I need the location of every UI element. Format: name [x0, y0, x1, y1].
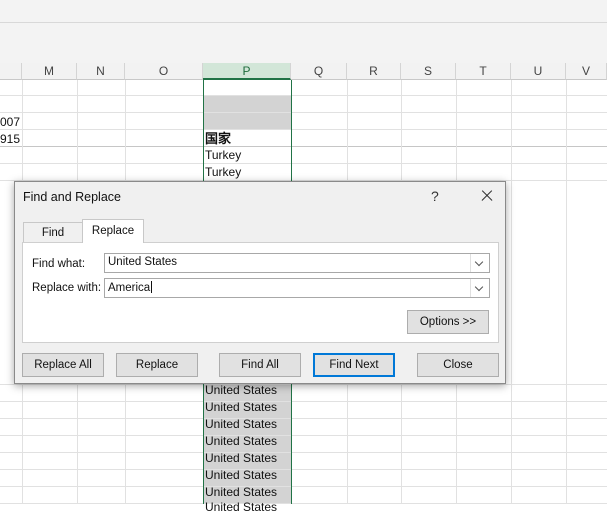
close-icon[interactable] [473, 184, 501, 208]
find-what-label: Find what: [32, 258, 86, 270]
column-p-cell: Turkey [205, 148, 242, 162]
find-next-button[interactable]: Find Next [313, 353, 395, 377]
column-header-o[interactable]: O [125, 63, 203, 80]
column-p-cell: Turkey [205, 165, 242, 179]
text-caret [151, 281, 153, 293]
column-header-u[interactable]: U [511, 63, 566, 80]
close-button[interactable]: Close [417, 353, 499, 377]
column-p-cell: United States [205, 383, 278, 397]
tab-replace[interactable]: Replace [82, 219, 144, 243]
dialog-title: Find and Replace [23, 190, 121, 204]
tab-replace-label: Replace [91, 225, 135, 237]
column-p-cell: United States [205, 451, 278, 465]
chevron-down-icon[interactable] [470, 279, 489, 297]
column-p-cell: United States [205, 468, 278, 482]
column-header-q[interactable]: Q [291, 63, 347, 80]
replace-with-combobox[interactable]: America [104, 278, 490, 298]
cell-value: 915 [0, 132, 21, 146]
column-p-cell: United States [205, 485, 278, 499]
tab-find-label: Find [41, 227, 65, 239]
column-p-cell: United States [205, 417, 278, 431]
column-p-header-cell: 国家 [205, 131, 232, 146]
column-header-n[interactable]: N [77, 63, 125, 80]
find-replace-dialog: Find and Replace ? Find Replace Find wha… [14, 181, 506, 384]
formula-bar-area [0, 23, 607, 64]
column-p-cell: United States [205, 500, 278, 514]
find-what-combobox[interactable]: United States [104, 253, 490, 273]
column-header-r[interactable]: R [347, 63, 401, 80]
replace-with-text: America [108, 282, 151, 294]
chevron-down-icon[interactable] [470, 254, 489, 272]
column-header-v[interactable]: V [566, 63, 607, 80]
tab-find[interactable]: Find [23, 222, 83, 242]
help-icon[interactable]: ? [431, 188, 439, 204]
replace-panel: Find what: United States Replace with: A… [22, 242, 499, 343]
column-p-cell: United States [205, 434, 278, 448]
replace-with-value: America [108, 281, 153, 294]
ribbon-strip [0, 0, 607, 23]
column-header-partial [0, 63, 22, 80]
column-header-p[interactable]: P [203, 63, 291, 80]
column-header-s[interactable]: S [401, 63, 456, 80]
replace-button[interactable]: Replace [116, 353, 198, 377]
find-what-value: United States [108, 256, 178, 268]
column-header-t[interactable]: T [456, 63, 511, 80]
column-p-cell: United States [205, 400, 278, 414]
replace-all-button[interactable]: Replace All [22, 353, 104, 377]
replace-with-label: Replace with: [32, 282, 102, 294]
column-header-m[interactable]: M [22, 63, 77, 80]
find-all-button[interactable]: Find All [219, 353, 301, 377]
options-button[interactable]: Options >> [407, 310, 489, 334]
cell-value: 007 [0, 115, 21, 129]
